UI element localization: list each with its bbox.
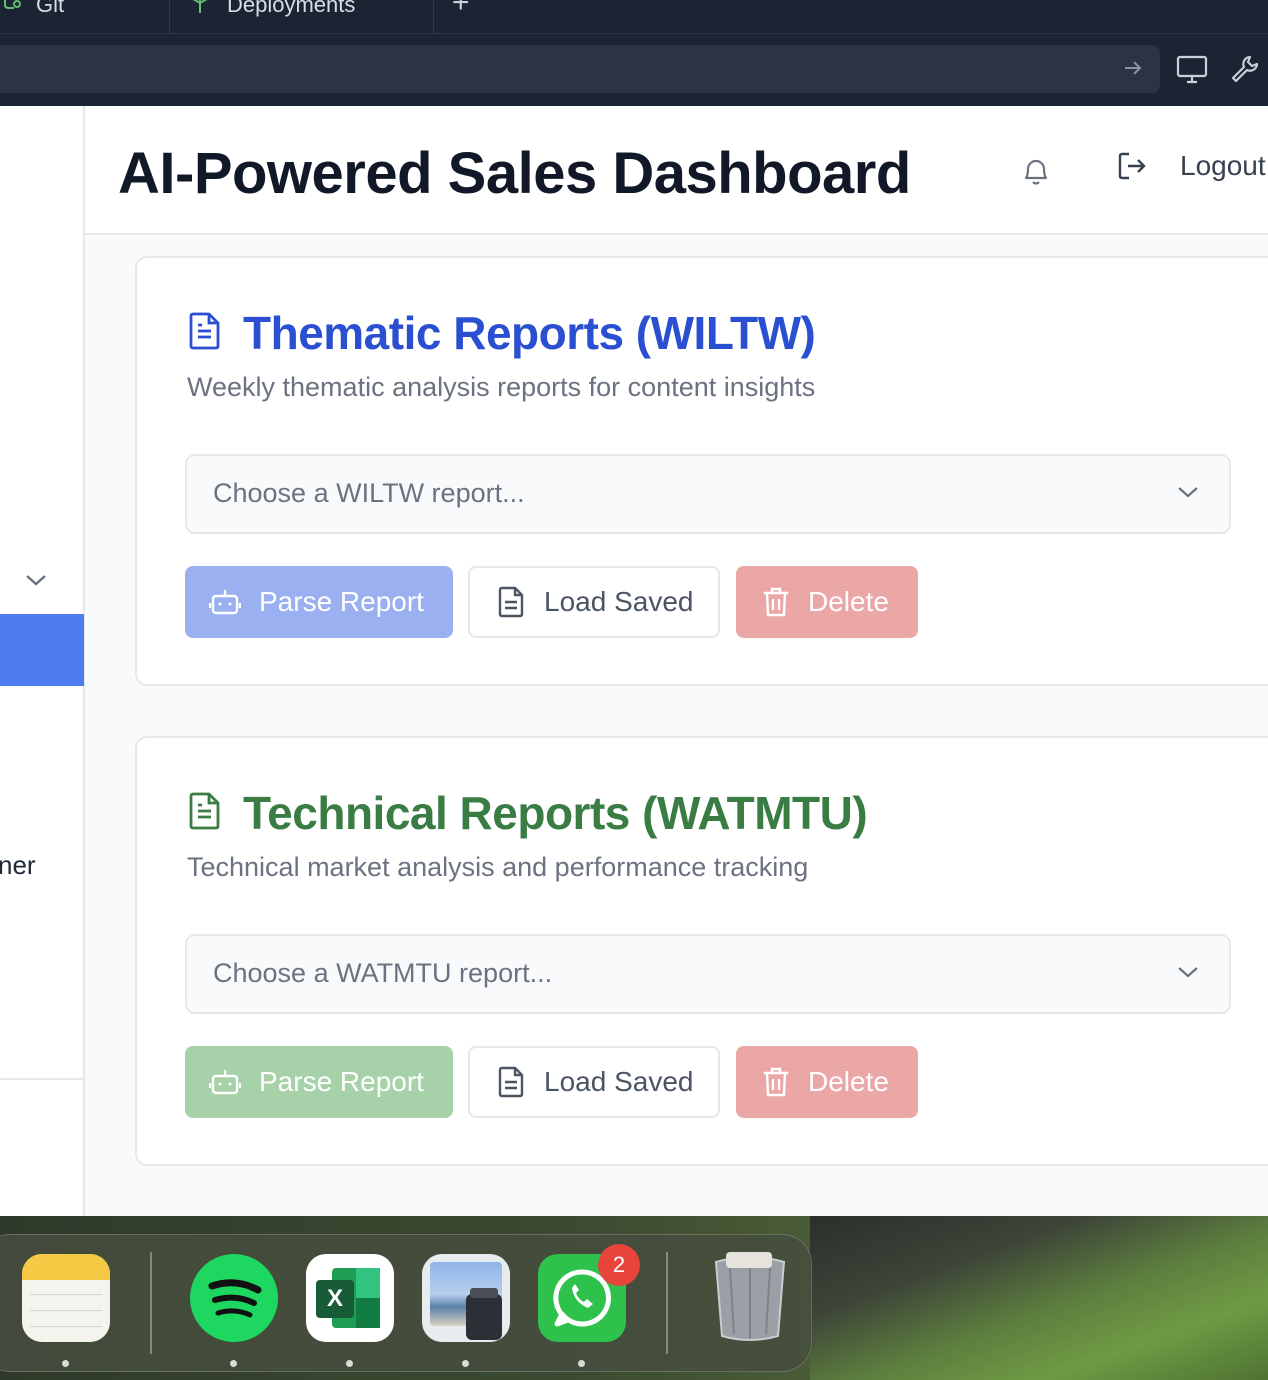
delete-button[interactable]: Delete: [736, 566, 918, 638]
monitor-icon[interactable]: [1176, 55, 1208, 90]
button-label: Delete: [808, 1066, 889, 1097]
document-icon: [498, 1066, 524, 1098]
bell-icon[interactable]: [1020, 154, 1052, 193]
button-label: Load Saved: [544, 586, 694, 617]
running-indicator: [578, 1360, 585, 1367]
excel-app-icon[interactable]: X: [306, 1254, 394, 1342]
tab-git[interactable]: Git: [0, 0, 170, 34]
chevron-down-icon: [1177, 484, 1199, 505]
card-title: Technical Reports (WATMTU): [243, 787, 868, 839]
deploy-icon: [187, 0, 213, 21]
load-saved-button[interactable]: Load Saved: [468, 1046, 720, 1118]
sidebar-item-label[interactable]: ner: [0, 850, 36, 881]
logout-button[interactable]: Logout: [1116, 150, 1266, 182]
card-header: Thematic Reports (WILTW): [187, 306, 816, 360]
arrow-right-icon[interactable]: [1122, 57, 1144, 84]
trash-icon: [764, 1067, 788, 1097]
select-placeholder: Choose a WILTW report...: [213, 478, 525, 508]
sidebar: ner: [0, 106, 85, 1216]
wallpaper-detail: [810, 1216, 1268, 1380]
url-field[interactable]: [0, 45, 1160, 93]
dock-separator: [150, 1252, 152, 1354]
spotify-app-icon[interactable]: [190, 1254, 278, 1342]
chevron-down-icon[interactable]: [24, 572, 48, 593]
card-subtitle: Technical market analysis and performanc…: [187, 852, 809, 882]
watmtu-report-card: Technical Reports (WATMTU) Technical mar…: [135, 736, 1268, 1166]
card-title: Thematic Reports (WILTW): [243, 307, 816, 359]
tab-label: Git: [36, 0, 65, 17]
sidebar-active-item[interactable]: [0, 614, 84, 686]
parse-report-button[interactable]: Parse Report: [185, 1046, 453, 1118]
trash-app-icon[interactable]: [706, 1252, 794, 1342]
address-bar-row: [0, 34, 1268, 106]
document-icon: [498, 586, 524, 618]
button-label: Parse Report: [259, 1066, 424, 1097]
tab-label: Deployments: [227, 0, 356, 17]
watmtu-report-select[interactable]: Choose a WATMTU report...: [185, 934, 1231, 1014]
wiltw-report-select[interactable]: Choose a WILTW report...: [185, 454, 1231, 534]
git-branch-icon: [0, 0, 22, 19]
notification-badge: 2: [598, 1244, 640, 1286]
load-saved-button[interactable]: Load Saved: [468, 566, 720, 638]
running-indicator: [230, 1360, 237, 1367]
wiltw-report-card: Thematic Reports (WILTW) Weekly thematic…: [135, 256, 1268, 686]
robot-icon: [209, 1070, 241, 1095]
sidebar-divider: [0, 1078, 84, 1080]
dock-separator: [666, 1252, 668, 1354]
dashboard-app: ner AI-Powered Sales Dashboard Logout Th…: [0, 106, 1268, 1216]
button-label: Load Saved: [544, 1066, 694, 1097]
running-indicator: [346, 1360, 353, 1367]
robot-icon: [209, 590, 241, 615]
running-indicator: [62, 1360, 69, 1367]
delete-button[interactable]: Delete: [736, 1046, 918, 1118]
new-tab-button[interactable]: +: [452, 0, 470, 20]
button-label: Delete: [808, 586, 889, 617]
parse-report-button[interactable]: Parse Report: [185, 566, 453, 638]
running-indicator: [462, 1360, 469, 1367]
wrench-icon[interactable]: [1230, 54, 1260, 89]
document-icon: [187, 311, 223, 356]
select-placeholder: Choose a WATMTU report...: [213, 958, 553, 988]
chevron-down-icon: [1177, 964, 1199, 985]
preview-app-icon[interactable]: [422, 1254, 510, 1342]
trash-icon: [764, 587, 788, 617]
dock: [0, 1234, 812, 1372]
card-header: Technical Reports (WATMTU): [187, 786, 868, 840]
page-title: AI-Powered Sales Dashboard: [118, 141, 911, 206]
page-header: AI-Powered Sales Dashboard Logout: [86, 106, 1268, 235]
card-subtitle: Weekly thematic analysis reports for con…: [187, 372, 816, 402]
excel-letter: X: [316, 1280, 354, 1318]
logout-icon: [1118, 152, 1146, 180]
button-label: Parse Report: [259, 586, 424, 617]
browser-tab-bar: Git Deployments +: [0, 0, 1268, 34]
document-icon: [187, 791, 223, 836]
tab-deployments[interactable]: Deployments: [171, 0, 434, 34]
logout-label: Logout: [1180, 150, 1266, 181]
notes-app-icon[interactable]: [22, 1254, 110, 1342]
